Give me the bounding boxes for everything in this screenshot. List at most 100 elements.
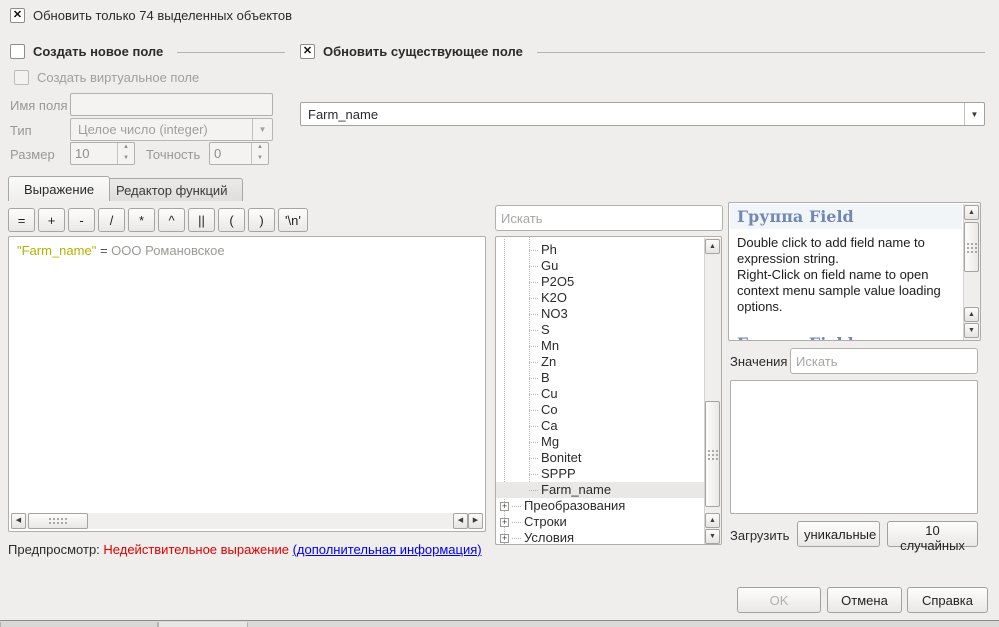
operator-button-2[interactable]: -	[68, 208, 95, 232]
tab-function-editor[interactable]: Редактор функций	[100, 178, 243, 201]
scroll-up-button[interactable]: ▲	[705, 239, 720, 254]
tree-item-field-Zn[interactable]: Zn	[496, 354, 704, 370]
existing-field-combobox[interactable]: Farm_name ▼	[300, 102, 985, 126]
scrollbar-thumb[interactable]	[964, 222, 979, 272]
operator-button-5[interactable]: ^	[158, 208, 185, 232]
tree-item-field-S[interactable]: S	[496, 322, 704, 338]
preview-more-info-link[interactable]: (дополнительная информация)	[293, 542, 482, 557]
tree-item-label: Gu	[541, 258, 558, 274]
create-new-field-group-header: Создать новое поле	[10, 44, 285, 59]
help-body-line2: Right-Click on field name to open contex…	[737, 267, 950, 315]
function-search-box	[495, 205, 723, 231]
scroll-left-button[interactable]: ◀	[453, 513, 468, 529]
update-selected-only-checkbox[interactable]	[10, 8, 25, 23]
expand-plus-icon[interactable]: +	[500, 502, 509, 511]
background-window-segment	[0, 622, 158, 627]
tree-branch-icon	[529, 266, 538, 267]
tree-item-field-Cu[interactable]: Cu	[496, 386, 704, 402]
scrollbar-thumb[interactable]	[28, 513, 88, 529]
scroll-down-button[interactable]: ▼	[705, 529, 720, 544]
scroll-up-button[interactable]: ▲	[964, 307, 979, 322]
operator-button-8[interactable]: )	[248, 208, 275, 232]
values-search-input[interactable]	[791, 349, 977, 373]
operator-button-0[interactable]: =	[8, 208, 35, 232]
field-size-spinbox[interactable]: ▲▼	[70, 142, 135, 165]
create-new-field-checkbox[interactable]	[10, 44, 25, 59]
tree-branch-icon	[529, 410, 538, 411]
preview-label: Предпросмотр:	[8, 542, 100, 557]
expression-editor[interactable]: "Farm_name" = ООО Романовское ◀ ◀ ▶	[8, 236, 486, 532]
expression-horizontal-scrollbar[interactable]: ◀ ◀ ▶	[11, 513, 483, 529]
function-search-input[interactable]	[496, 206, 722, 230]
field-type-combobox[interactable]: Целое число (integer) ▼	[70, 118, 273, 141]
operator-button-1[interactable]: +	[38, 208, 65, 232]
tree-item-label: NO3	[541, 306, 568, 322]
expand-plus-icon[interactable]: +	[500, 518, 509, 527]
help-button[interactable]: Справка	[907, 587, 988, 613]
tree-branch-icon	[512, 522, 521, 523]
tree-item-label: P2O5	[541, 274, 574, 290]
tree-item-field-Co[interactable]: Co	[496, 402, 704, 418]
help-vertical-scrollbar[interactable]: ▲ ▲ ▼	[963, 204, 980, 341]
operator-button-4[interactable]: *	[128, 208, 155, 232]
tree-item-label: Ph	[541, 242, 557, 258]
field-size-input[interactable]	[71, 143, 117, 164]
spin-up-icon: ▲	[252, 143, 268, 154]
spinner-arrows[interactable]: ▲▼	[251, 143, 268, 164]
tree-item-field-B[interactable]: B	[496, 370, 704, 386]
field-name-input[interactable]	[71, 94, 272, 115]
scroll-up-button[interactable]: ▲	[964, 205, 979, 220]
existing-field-value: Farm_name	[301, 107, 964, 122]
operator-button-7[interactable]: (	[218, 208, 245, 232]
scrollbar-track[interactable]	[88, 513, 453, 529]
operator-button-6[interactable]: ||	[188, 208, 215, 232]
load-values-label: Загрузить	[730, 528, 789, 543]
tree-item-field-Ph[interactable]: Ph	[496, 242, 704, 258]
scroll-down-button[interactable]: ▼	[964, 323, 979, 338]
scrollbar-grip-icon	[48, 517, 68, 526]
values-list[interactable]	[730, 380, 978, 514]
field-precision-spinbox[interactable]: ▲▼	[209, 142, 269, 165]
function-help-panel: Группа Field Double click to add field n…	[728, 202, 981, 341]
field-name-label: Имя поля	[10, 98, 68, 113]
tree-item-field-Ca[interactable]: Ca	[496, 418, 704, 434]
field-precision-input[interactable]	[210, 143, 251, 164]
cancel-button[interactable]: Отмена	[827, 587, 902, 613]
tree-group-Преобразования[interactable]: +Преобразования	[496, 498, 704, 514]
help-group-title: Группа Field	[730, 204, 962, 229]
update-existing-field-checkbox[interactable]	[300, 44, 315, 59]
load-unique-values-button[interactable]: уникальные	[797, 521, 880, 547]
scrollbar-thumb[interactable]	[705, 401, 720, 507]
spinner-arrows[interactable]: ▲▼	[117, 143, 134, 164]
tab-expression[interactable]: Выражение	[8, 176, 110, 201]
tree-item-field-Mn[interactable]: Mn	[496, 338, 704, 354]
load-random-values-button[interactable]: 10 случайных	[887, 521, 978, 547]
tree-item-label: B	[541, 370, 550, 386]
tree-branch-icon	[529, 394, 538, 395]
scroll-right-button[interactable]: ▶	[468, 513, 483, 529]
tree-item-field-Bonitet[interactable]: Bonitet	[496, 450, 704, 466]
tree-vertical-scrollbar[interactable]: ▲ ▲ ▼	[704, 238, 721, 545]
values-label: Значения	[730, 354, 787, 369]
tree-group-Строки[interactable]: +Строки	[496, 514, 704, 530]
create-virtual-field-checkbox[interactable]	[14, 70, 29, 85]
tree-group-Условия[interactable]: + Условия	[496, 530, 704, 545]
tree-branch-icon	[529, 250, 538, 251]
tree-item-field-SPPP[interactable]: SPPP	[496, 466, 704, 482]
tree-group-label: Условия	[524, 530, 574, 545]
spin-down-icon: ▼	[252, 154, 268, 165]
scroll-up-button[interactable]: ▲	[705, 513, 720, 528]
tree-item-field-Gu[interactable]: Gu	[496, 258, 704, 274]
operator-button-3[interactable]: /	[98, 208, 125, 232]
expand-plus-icon[interactable]: +	[500, 534, 509, 543]
chevron-down-icon: ▼	[964, 103, 984, 125]
create-new-field-title: Создать новое поле	[33, 44, 163, 59]
ok-button[interactable]: OK	[737, 587, 821, 613]
tree-item-field-Farm_name[interactable]: Farm_name	[496, 482, 704, 498]
tree-item-field-Mg[interactable]: Mg	[496, 434, 704, 450]
operator-button-9[interactable]: '\n'	[278, 208, 308, 232]
tree-item-field-P2O5[interactable]: P2O5	[496, 274, 704, 290]
tree-item-field-K2O[interactable]: K2O	[496, 290, 704, 306]
scroll-left-button[interactable]: ◀	[11, 513, 26, 529]
tree-item-field-NO3[interactable]: NO3	[496, 306, 704, 322]
